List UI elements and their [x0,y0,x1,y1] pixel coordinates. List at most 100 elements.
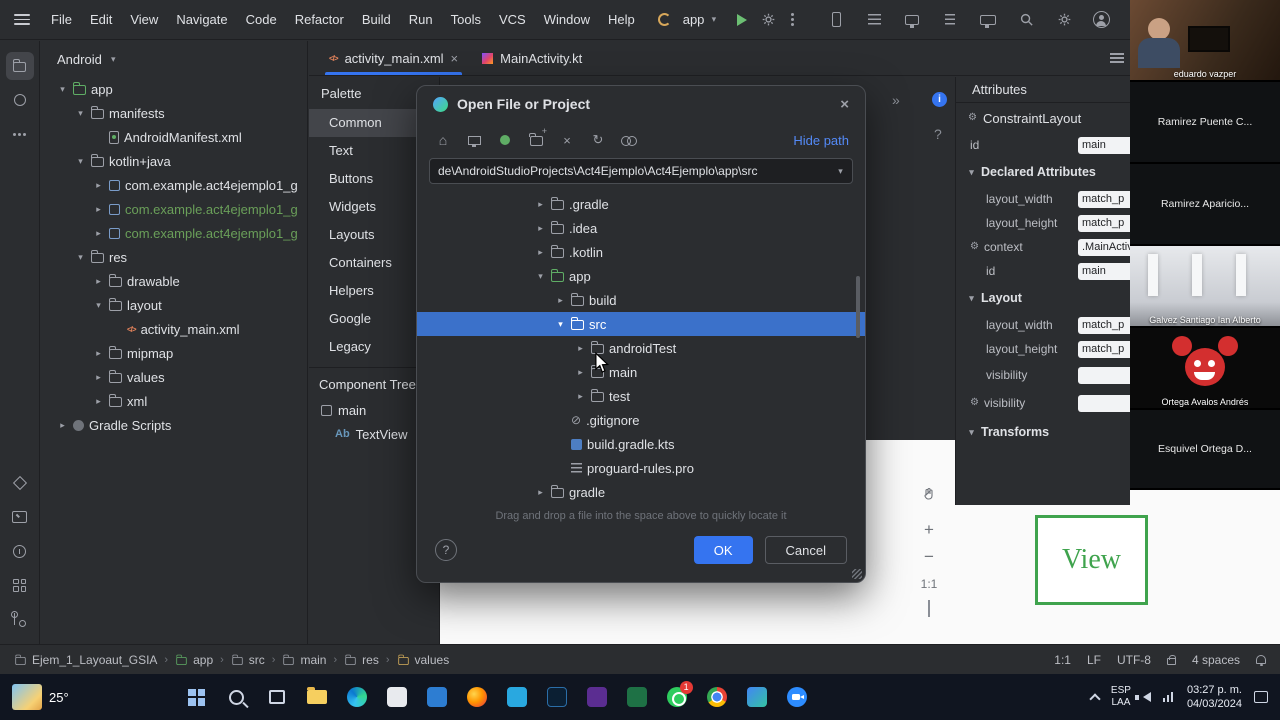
menu-tools[interactable]: Tools [442,12,490,27]
task-view-button[interactable] [265,685,289,709]
project-tool-button[interactable] [5,52,34,80]
app-icon-blue[interactable] [425,685,449,709]
start-button[interactable] [185,685,209,709]
android-studio-icon[interactable] [745,685,769,709]
language-indicator[interactable]: ESP LAA [1111,685,1131,709]
menu-window[interactable]: Window [535,12,599,27]
tab-activity-main-xml[interactable]: </> activity_main.xml × [317,41,470,75]
attribute-value-field[interactable]: match_p [1078,214,1130,232]
encoding-indicator[interactable]: UTF-8 [1117,653,1151,667]
participant-tile[interactable]: eduardo vazper [1130,0,1280,82]
excel-icon[interactable] [625,685,649,709]
attribute-value-field[interactable]: main [1078,136,1130,154]
volume-icon[interactable] [1134,692,1151,702]
file-tree-item[interactable]: androidTest [417,336,865,360]
zoom-to-fit-icon[interactable] [916,600,942,617]
project-tree-item[interactable]: layout [41,293,307,317]
vscode-icon[interactable] [505,685,529,709]
search-icon[interactable] [1017,11,1035,29]
search-button[interactable] [225,685,249,709]
zoom-in-button[interactable]: + [916,520,942,540]
menu-code[interactable]: Code [237,12,286,27]
wifi-icon[interactable] [1162,692,1175,702]
chrome-icon[interactable] [705,685,729,709]
main-menu-icon[interactable] [14,14,30,25]
action-center-icon[interactable] [1254,691,1268,703]
breadcrumb-res[interactable]: res [344,653,379,667]
file-tree-item[interactable]: .gradle [417,192,865,216]
collapse-chevrons-icon[interactable]: » [892,92,900,108]
show-hidden-icons-chevron[interactable] [1089,692,1101,705]
project-view-selector[interactable]: Android [41,41,307,77]
device-manager-icon[interactable] [827,11,845,29]
run-configuration-selector[interactable]: app [677,12,726,27]
firefox-icon[interactable] [465,685,489,709]
desktop-directory-icon[interactable] [466,132,482,148]
file-explorer-icon[interactable] [305,685,329,709]
new-folder-icon[interactable] [528,126,547,148]
info-icon[interactable]: i [932,92,947,107]
menu-run[interactable]: Run [400,12,442,27]
commit-tool-button[interactable] [6,86,34,114]
refresh-icon[interactable]: ↻ [590,132,606,148]
breadcrumb-app[interactable]: app [175,653,213,667]
file-tree-item[interactable]: .kotlin [417,240,865,264]
project-tree-item[interactable]: manifests [41,101,307,125]
close-icon[interactable]: × [840,96,849,113]
zoom-indicator[interactable]: 1:1 [1054,653,1071,667]
sync-icon[interactable] [941,11,959,29]
project-tree-item[interactable]: res [41,245,307,269]
file-tree-item-selected[interactable]: src [417,312,865,336]
file-tree-item[interactable]: main [417,360,865,384]
pan-tool-icon[interactable] [916,487,942,504]
menu-build[interactable]: Build [353,12,400,27]
android-sdk-icon[interactable] [497,132,513,148]
line-separator-indicator[interactable]: LF [1087,653,1101,667]
attribute-value-field[interactable]: match_p [1078,316,1130,334]
project-tree-item[interactable]: drawable [41,269,307,293]
notifications-bell-icon[interactable] [1256,655,1266,666]
project-tree-item[interactable]: xml [41,389,307,413]
section-declared-attributes[interactable]: Declared Attributes [956,157,1130,187]
ok-button[interactable]: OK [693,536,753,564]
participant-tile[interactable]: Esquivel Ortega D... [1130,410,1280,490]
file-tree-item[interactable]: build [417,288,865,312]
file-tree-item[interactable]: gradle [417,480,865,504]
attribute-value-field[interactable] [1078,366,1130,384]
photoshop-icon[interactable] [545,685,569,709]
file-tree-item[interactable]: ⊘ .gitignore [417,408,865,432]
path-input[interactable] [429,158,853,184]
tab-list-icon[interactable] [1110,53,1124,63]
section-layout[interactable]: Layout [956,283,1130,313]
more-actions-icon[interactable] [791,18,795,21]
cancel-button[interactable]: Cancel [764,536,847,564]
scrollbar-thumb[interactable] [856,276,860,338]
project-tree-item[interactable]: AndroidManifest.xml [41,125,307,149]
attribute-value-field[interactable]: main [1078,262,1130,280]
participant-tile[interactable]: Ortega Avalos Andrés [1130,328,1280,410]
project-tree-item[interactable]: com.example.act4ejemplo1_g [41,173,307,197]
project-tree-item[interactable]: Gradle Scripts [41,413,307,437]
services-tool-button[interactable] [6,571,34,599]
menu-navigate[interactable]: Navigate [167,12,236,27]
menu-file[interactable]: File [42,12,81,27]
menu-edit[interactable]: Edit [81,12,121,27]
file-tree-item[interactable]: test [417,384,865,408]
more-tools-icon[interactable] [6,120,34,148]
zoom-level-button[interactable]: 1:1 [916,577,942,591]
menu-help[interactable]: Help [599,12,644,27]
breadcrumb-src[interactable]: src [231,653,265,667]
breadcrumb-main[interactable]: main [282,653,326,667]
selected-component-row[interactable]: ⚙ ConstraintLayout [956,103,1130,133]
tab-mainactivity-kt[interactable]: MainActivity.kt [470,41,594,75]
version-control-tool-button[interactable] [6,605,34,633]
zoom-out-button[interactable]: − [916,547,942,567]
project-tree-item[interactable]: mipmap [41,341,307,365]
problems-tool-button[interactable] [6,537,34,565]
menu-vcs[interactable]: VCS [490,12,535,27]
show-hidden-files-icon[interactable] [621,132,637,148]
attribute-value-field[interactable]: .MainActiv [1078,238,1130,256]
whatsapp-icon[interactable]: 1 [665,681,693,709]
hide-path-link[interactable]: Hide path [793,133,849,148]
project-tree-item[interactable]: com.example.act4ejemplo1_g [41,221,307,245]
